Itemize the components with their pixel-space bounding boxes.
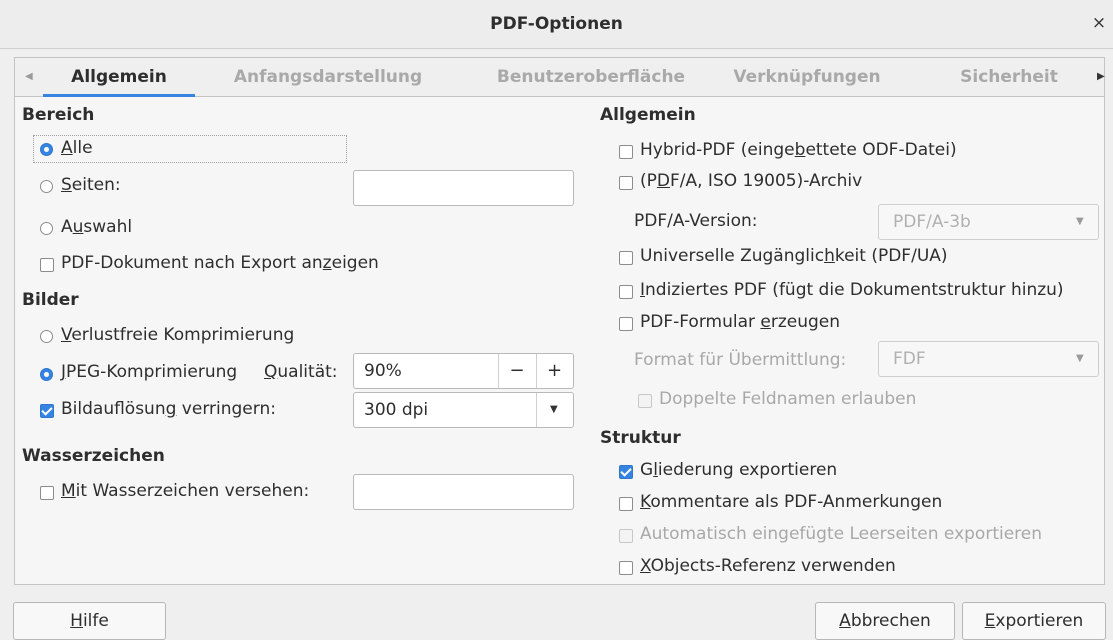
chevron-down-icon[interactable]: ▼	[1076, 353, 1084, 364]
checkbox-duplicate-field-names[interactable]	[638, 394, 652, 408]
dialog-title: PDF-Optionen	[490, 14, 623, 34]
checkbox-universal-accessibility[interactable]	[619, 251, 633, 265]
section-struktur-heading: Struktur	[600, 428, 681, 448]
chevron-down-icon[interactable]: ▼	[550, 404, 558, 415]
checkbox-comments-as-annotations-label[interactable]: Kommentare als PDF-Anmerkungen	[640, 492, 942, 512]
checkbox-duplicate-field-names-label[interactable]: Doppelte Feldnamen erlauben	[659, 389, 916, 409]
checkbox-xobjects-reference-label[interactable]: XObjects-Referenz verwenden	[640, 556, 896, 576]
help-button[interactable]: Hilfe	[13, 602, 166, 640]
checkbox-universal-accessibility-label[interactable]: Universelle Zugänglichkeit (PDF/UA)	[640, 246, 948, 266]
tab-benutzeroberflaeche[interactable]: Benutzeroberfläche	[478, 58, 704, 96]
checkbox-watermark-label[interactable]: Mit Wasserzeichen versehen:	[61, 481, 309, 501]
quality-decrement-button[interactable]: −	[498, 354, 536, 388]
section-bilder-heading: Bilder	[22, 290, 79, 310]
submit-format-label: Format für Übermittlung:	[634, 350, 847, 370]
checkbox-export-empty-pages-label[interactable]: Automatisch eingefügte Leerseiten export…	[640, 524, 1042, 544]
checkbox-show-after-export-label[interactable]: PDF-Dokument nach Export anzeigen	[61, 253, 379, 273]
radio-seiten[interactable]	[40, 180, 53, 193]
checkbox-pdfa-archive[interactable]	[619, 176, 633, 190]
checkbox-hybrid-pdf-label[interactable]: Hybrid-PDF (eingebettete ODF-Datei)	[640, 140, 957, 160]
checkbox-tagged-pdf-label[interactable]: Indiziertes PDF (fügt die Dokumentstrukt…	[640, 280, 1064, 300]
tab-allgemein[interactable]: Allgemein	[43, 58, 195, 96]
section-bereich-heading: Bereich	[22, 105, 95, 125]
radio-auswahl[interactable]	[40, 222, 53, 235]
checkbox-xobjects-reference[interactable]	[619, 561, 633, 575]
pdfa-version-combobox[interactable]: PDF/A-3b ▼	[878, 204, 1099, 240]
radio-lossless-label[interactable]: Verlustfreie Komprimierung	[61, 325, 294, 345]
section-allgemein-heading: Allgemein	[600, 105, 696, 125]
checkbox-reduce-resolution[interactable]	[40, 404, 54, 418]
cancel-button[interactable]: Abbrechen	[815, 602, 955, 640]
section-wasserzeichen-heading: Wasserzeichen	[22, 446, 165, 466]
tab-anfangsdarstellung[interactable]: Anfangsdarstellung	[222, 58, 434, 96]
export-button[interactable]: Exportieren	[962, 602, 1106, 640]
pages-input[interactable]	[353, 170, 574, 206]
resolution-combobox[interactable]: 300 dpi ▼	[353, 392, 574, 428]
radio-seiten-label[interactable]: Seiten:	[61, 175, 121, 195]
checkbox-create-form-label[interactable]: PDF-Formular erzeugen	[640, 312, 840, 332]
pdfa-version-label: PDF/A-Version:	[634, 211, 758, 231]
combo-separator	[536, 393, 537, 427]
checkbox-hybrid-pdf[interactable]	[619, 145, 633, 159]
tab-sicherheit[interactable]: Sicherheit	[947, 58, 1071, 96]
checkbox-export-outline-label[interactable]: Gliederung exportieren	[640, 460, 837, 480]
radio-alle[interactable]	[40, 143, 53, 156]
radio-jpeg-label[interactable]: JPEG-Komprimierung	[61, 362, 237, 382]
tab-scroll-left-icon[interactable]: ◀	[25, 58, 33, 96]
checkbox-watermark[interactable]	[40, 486, 54, 500]
tab-verknuepfungen[interactable]: Verknüpfungen	[705, 58, 909, 96]
checkbox-show-after-export[interactable]	[40, 258, 54, 272]
active-tab-indicator	[43, 94, 195, 97]
quality-value[interactable]: 90%	[364, 361, 402, 381]
submit-format-value: FDF	[893, 349, 926, 369]
checkbox-create-form[interactable]	[619, 317, 633, 331]
checkbox-tagged-pdf[interactable]	[619, 285, 633, 299]
resolution-value[interactable]: 300 dpi	[364, 400, 428, 420]
checkbox-comments-as-annotations[interactable]	[619, 497, 633, 511]
quality-increment-button[interactable]: +	[536, 354, 573, 388]
quality-spinbutton[interactable]: 90% − +	[353, 353, 574, 389]
checkbox-reduce-resolution-label[interactable]: Bildauflösung verringern:	[61, 399, 276, 419]
tab-scroll-right-icon[interactable]: ▶	[1097, 58, 1105, 96]
checkbox-export-empty-pages[interactable]	[619, 529, 633, 543]
watermark-input[interactable]	[353, 474, 574, 510]
radio-auswahl-label[interactable]: Auswahl	[61, 217, 132, 237]
checkbox-export-outline[interactable]	[619, 465, 633, 479]
quality-label: Qualität:	[264, 362, 338, 382]
pdfa-version-value: PDF/A-3b	[893, 212, 971, 232]
checkbox-pdfa-archive-label[interactable]: (PDF/A, ISO 19005)-Archiv	[640, 171, 862, 191]
close-icon[interactable]: ×	[1090, 14, 1108, 32]
submit-format-combobox[interactable]: FDF ▼	[878, 341, 1099, 377]
radio-jpeg[interactable]	[40, 368, 53, 381]
radio-lossless[interactable]	[40, 330, 53, 343]
radio-alle-label[interactable]: Alle	[61, 138, 93, 158]
chevron-down-icon[interactable]: ▼	[1076, 216, 1084, 227]
